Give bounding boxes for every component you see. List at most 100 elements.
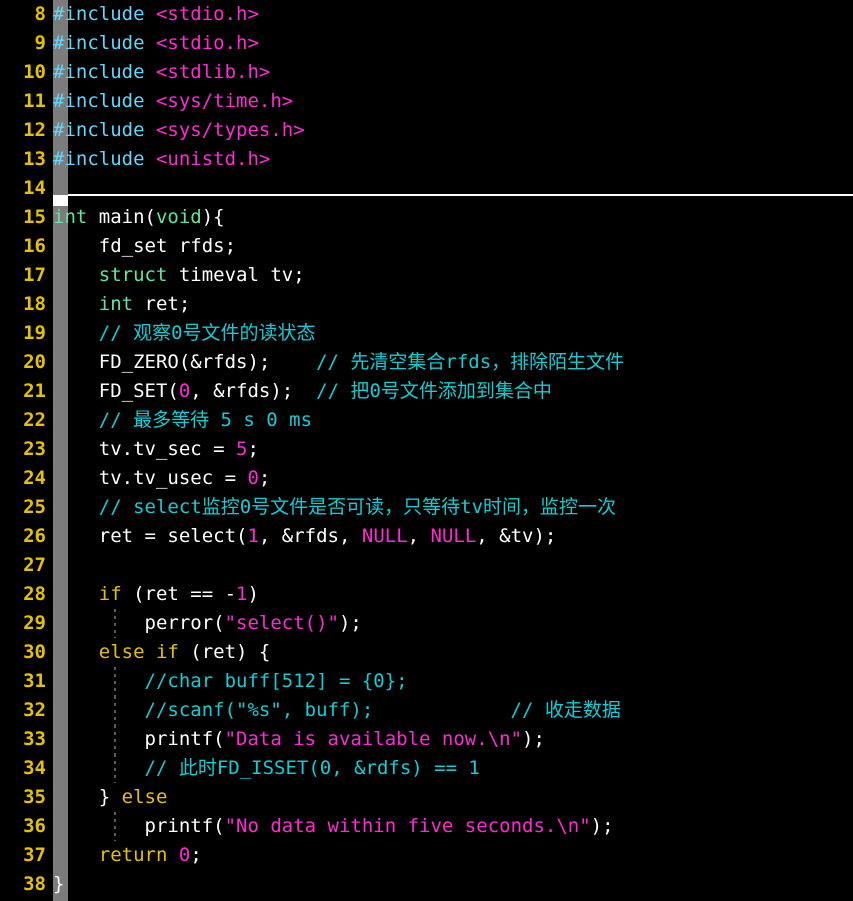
code-line[interactable]: 12 #include <sys/types.h> [0, 116, 853, 145]
line-number: 10 [23, 61, 46, 83]
code-line-text[interactable]: FD_SET(0, &rfds); // 把0号文件添加到集合中 [53, 377, 552, 406]
code-line-text[interactable]: ret = select(1, &rfds, NULL, NULL, &tv); [53, 522, 557, 551]
line-number: 16 [23, 235, 46, 257]
code-line[interactable]: 13 #include <unistd.h> [0, 145, 853, 174]
code-line[interactable]: 18 int ret; [0, 290, 853, 319]
code-line-text[interactable]: // 最多等待 5 s 0 ms [53, 406, 312, 435]
code-token: else if [98, 641, 179, 663]
code-editor-buffer[interactable]: 8 #include <stdio.h> 9 #include <stdio.h> 10… [0, 0, 853, 901]
code-token: // 把0号文件添加到集合中 [316, 380, 552, 402]
code-line-text[interactable]: FD_ZERO(&rfds); // 先清空集合rfds，排除陌生文件 [53, 348, 624, 377]
indent-guide [114, 725, 116, 754]
code-token: <sys/time.h> [155, 90, 294, 112]
code-token: //scanf("%s", buff); // 收走数据 [53, 699, 621, 721]
code-line-text[interactable]: struct timeval tv; [53, 261, 305, 290]
code-token: timeval tv; [167, 264, 305, 286]
code-line-text[interactable]: #include <unistd.h> [53, 145, 270, 174]
line-number: 30 [23, 641, 46, 663]
code-line-text[interactable]: // 观察0号文件的读状态 [53, 319, 316, 348]
code-line[interactable]: 27 [0, 551, 853, 580]
code-line-text[interactable]: printf("No data within five seconds.\n")… [53, 812, 614, 841]
code-line[interactable]: 33 printf("Data is available now.\n"); [0, 725, 853, 754]
code-token: 0 [178, 844, 191, 866]
code-line[interactable]: 16 fd_set rfds; [0, 232, 853, 261]
code-line-text[interactable]: perror("select()"); [53, 609, 362, 638]
code-line[interactable]: 32 //scanf("%s", buff); // 收走数据 [0, 696, 853, 725]
code-line[interactable]: 17 struct timeval tv; [0, 261, 853, 290]
code-line-text[interactable]: return 0; [53, 841, 202, 870]
code-token: // 先清空集合rfds，排除陌生文件 [316, 351, 625, 373]
code-line[interactable]: 30 else if (ret) { [0, 638, 853, 667]
code-line-text[interactable]: // 此时FD_ISSET(0, &rdfs) == 1 [53, 754, 480, 783]
code-line[interactable]: 23 tv.tv_sec = 5; [0, 435, 853, 464]
code-line[interactable]: 25 // select监控0号文件是否可读，只等待tv时间，监控一次 [0, 493, 853, 522]
code-token: return [98, 844, 168, 866]
code-line[interactable]: 28 if (ret == -1) [0, 580, 853, 609]
code-line-text[interactable]: int ret; [53, 290, 191, 319]
code-line[interactable]: 20 FD_ZERO(&rfds); // 先清空集合rfds，排除陌生文件 [0, 348, 853, 377]
indent-guide [114, 667, 116, 696]
code-line[interactable]: 19 // 观察0号文件的读状态 [0, 319, 853, 348]
code-line-text[interactable]: } else [53, 783, 168, 812]
code-token: #include [53, 148, 156, 170]
code-line[interactable]: 15 int main(void){ [0, 203, 853, 232]
code-token: #include [53, 32, 156, 54]
code-line[interactable]: 35 } else [0, 783, 853, 812]
code-line[interactable]: 29 perror("select()"); [0, 609, 853, 638]
code-line-list[interactable]: 8 #include <stdio.h> 9 #include <stdio.h> 10… [0, 0, 853, 899]
code-line[interactable]: 34 // 此时FD_ISSET(0, &rdfs) == 1 [0, 754, 853, 783]
code-line-text[interactable]: tv.tv_usec = 0; [53, 464, 271, 493]
code-token: , &rfds, [258, 525, 362, 547]
code-line[interactable]: 31 //char buff[512] = {0}; [0, 667, 853, 696]
code-line-text[interactable]: //char buff[512] = {0}; [53, 667, 408, 696]
code-token: NULL [430, 525, 477, 547]
line-number: 23 [23, 438, 46, 460]
code-line[interactable]: 36 printf("No data within five seconds.\… [0, 812, 853, 841]
code-line-text[interactable]: #include <sys/types.h> [53, 116, 305, 145]
code-token: "select()" [224, 612, 339, 634]
line-number: 28 [23, 583, 46, 605]
code-line-text[interactable]: //scanf("%s", buff); // 收走数据 [53, 696, 621, 725]
code-line-text[interactable]: } [53, 870, 64, 899]
code-line-text[interactable]: #include <stdio.h> [53, 29, 259, 58]
code-line[interactable]: 14 [0, 174, 853, 203]
line-number: 12 [23, 119, 46, 141]
code-line-text[interactable]: else if (ret) { [53, 638, 271, 667]
code-line[interactable]: 26 ret = select(1, &rfds, NULL, NULL, &t… [0, 522, 853, 551]
code-line-text[interactable]: #include <stdlib.h> [53, 58, 270, 87]
code-token: printf( [53, 815, 225, 837]
code-line[interactable]: 9 #include <stdio.h> [0, 29, 853, 58]
code-token: ; [258, 467, 271, 489]
code-token: <stdio.h> [155, 3, 259, 25]
code-line-text[interactable]: tv.tv_sec = 5; [53, 435, 259, 464]
code-line[interactable]: 10 #include <stdlib.h> [0, 58, 853, 87]
code-line[interactable]: 11 #include <sys/time.h> [0, 87, 853, 116]
code-line-text[interactable]: printf("Data is available now.\n"); [53, 725, 545, 754]
code-line-text[interactable]: int main(void){ [53, 203, 225, 232]
line-number: 35 [23, 786, 46, 808]
code-line-text[interactable]: fd_set rfds; [53, 232, 236, 261]
code-line-text[interactable]: // select监控0号文件是否可读，只等待tv时间，监控一次 [53, 493, 616, 522]
code-token: 1 [247, 525, 259, 547]
code-line[interactable]: 21 FD_SET(0, &rfds); // 把0号文件添加到集合中 [0, 377, 853, 406]
code-token: <stdio.h> [155, 32, 259, 54]
code-line[interactable]: 24 tv.tv_usec = 0; [0, 464, 853, 493]
code-line[interactable]: 37 return 0; [0, 841, 853, 870]
code-line-text[interactable]: if (ret == -1) [53, 580, 259, 609]
line-number: 13 [23, 148, 46, 170]
code-token: , &tv); [476, 525, 557, 547]
code-line-text[interactable]: #include <stdio.h> [53, 0, 259, 29]
code-token: 1 [236, 583, 248, 605]
code-line[interactable]: 38} [0, 870, 853, 899]
code-line-text[interactable]: #include <sys/time.h> [53, 87, 293, 116]
line-number: 20 [23, 351, 46, 373]
code-line[interactable]: 22 // 最多等待 5 s 0 ms [0, 406, 853, 435]
line-number: 31 [23, 670, 46, 692]
code-line[interactable]: 8 #include <stdio.h> [0, 0, 853, 29]
code-token: ); [338, 612, 362, 634]
